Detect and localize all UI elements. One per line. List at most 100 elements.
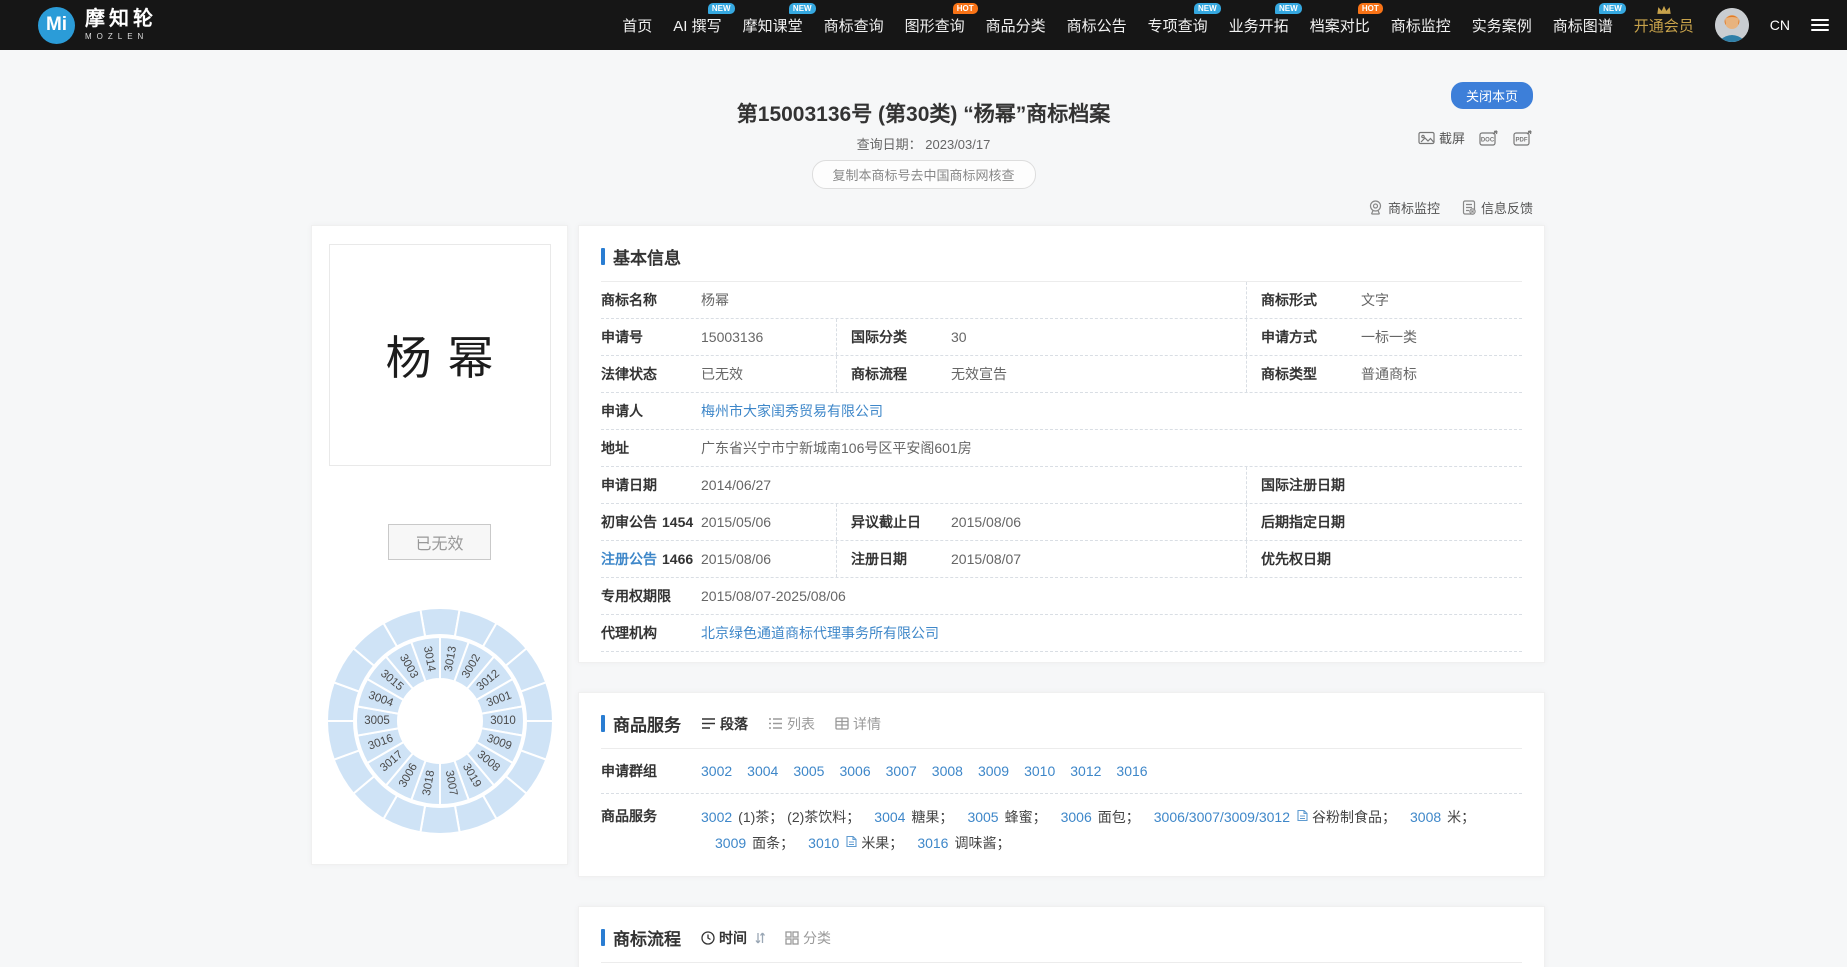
table-row: 申请人梅州市大家闺秀贸易有限公司 xyxy=(601,393,1522,430)
field-value[interactable]: 北京绿色通道商标代理事务所有限公司 xyxy=(701,623,1522,643)
brand-logo[interactable]: Mi 摩知轮 MOZLEN xyxy=(38,7,157,44)
section-accent-bar xyxy=(601,715,605,732)
group-link[interactable]: 3016 xyxy=(917,835,948,851)
nav-item-摩知课堂[interactable]: 摩知课堂NEW xyxy=(743,15,803,36)
class-segment-label: 3010 xyxy=(490,715,516,727)
attachment-icon[interactable] xyxy=(1296,809,1312,822)
basic-info-section: 基本信息 商标名称杨幂商标形式文字申请号15003136国际分类30申请方式一标… xyxy=(578,225,1545,663)
nav-item-首页[interactable]: 首页 xyxy=(622,15,652,36)
field-value[interactable]: 梅州市大家闺秀贸易有限公司 xyxy=(701,401,1522,421)
detail-icon xyxy=(835,717,849,730)
nav-item-开通会员[interactable]: 开通会员 xyxy=(1634,15,1694,36)
group-link[interactable]: 3012 xyxy=(1070,759,1101,783)
screenshot-icon xyxy=(1418,131,1435,145)
group-link[interactable]: 3002 xyxy=(701,809,732,825)
nav-item-实务案例[interactable]: 实务案例 xyxy=(1472,15,1532,36)
flow-timeline: 2014-06-27申请程序 - 申请收文 xyxy=(601,963,1522,967)
class-segment[interactable] xyxy=(420,806,459,834)
goods-toggle-详情[interactable]: 详情 xyxy=(835,714,881,734)
group-link[interactable]: 3016 xyxy=(1116,759,1147,783)
field-value-link[interactable]: 北京绿色通道商标代理事务所有限公司 xyxy=(701,625,939,641)
nav-item-商标公告[interactable]: 商标公告 xyxy=(1067,15,1127,36)
bulletin-number: 1454 xyxy=(662,514,693,530)
user-avatar[interactable] xyxy=(1715,8,1749,42)
table-row: 申请号15003136国际分类30申请方式一标一类 xyxy=(601,319,1522,356)
goods-toggle-段落[interactable]: 段落 xyxy=(701,714,748,734)
export-doc[interactable]: DOC xyxy=(1479,130,1499,146)
group-link[interactable]: 3008 xyxy=(1410,809,1441,825)
field-value: 一标一类 xyxy=(1361,327,1522,347)
nav-item-专项查询[interactable]: 专项查询NEW xyxy=(1148,15,1208,36)
tool-商标监控[interactable]: 商标监控 xyxy=(1368,198,1440,217)
nav-item-业务开拓[interactable]: 业务开拓NEW xyxy=(1229,15,1289,36)
apply-groups-row: 申请群组 30023004300530063007300830093010301… xyxy=(601,749,1522,794)
basic-info-table: 商标名称杨幂商标形式文字申请号15003136国际分类30申请方式一标一类法律状… xyxy=(601,282,1522,652)
export-pdf[interactable]: PDF xyxy=(1513,130,1533,146)
table-row: 初审公告14542015/05/06异议截止日2015/08/06后期指定日期 xyxy=(601,504,1522,541)
nav-item-label: 业务开拓 xyxy=(1229,18,1289,35)
nav-item-label: 商标图谱 xyxy=(1553,18,1613,35)
group-link[interactable]: 3006 xyxy=(1061,809,1092,825)
table-row: 申请日期2014/06/27国际注册日期 xyxy=(601,467,1522,504)
group-link[interactable]: 3009 xyxy=(978,759,1009,783)
attachment-icon[interactable] xyxy=(845,835,861,848)
language-toggle[interactable]: CN xyxy=(1770,17,1790,33)
field-label-link[interactable]: 注册公告 xyxy=(601,551,657,567)
section-accent-bar xyxy=(601,248,605,265)
field-value-link[interactable]: 梅州市大家闺秀贸易有限公司 xyxy=(701,403,883,419)
group-link[interactable]: 3007 xyxy=(886,759,917,783)
group-link[interactable]: 3004 xyxy=(874,809,905,825)
nav-item-商标监控[interactable]: 商标监控 xyxy=(1391,15,1451,36)
flow-toggle-sort[interactable] xyxy=(755,931,765,945)
field-label[interactable]: 注册公告1466 xyxy=(601,549,701,569)
field-value: 2015/08/07 xyxy=(951,551,1246,567)
sort-icon xyxy=(755,931,765,945)
copy-check-button[interactable]: 复制本商标号去中国商标网核查 xyxy=(811,160,1035,189)
group-link[interactable]: 3005 xyxy=(793,759,824,783)
group-link[interactable]: 3010 xyxy=(1024,759,1055,783)
table-row: 商标名称杨幂商标形式文字 xyxy=(601,282,1522,319)
flow-row: 2014-06-27申请程序 - 申请收文 xyxy=(601,963,1522,967)
pdf-icon: PDF xyxy=(1513,130,1533,146)
goods-toggle-列表[interactable]: 列表 xyxy=(768,714,815,734)
nav-badge-new: NEW xyxy=(1599,3,1626,14)
feedback-icon xyxy=(1462,200,1476,215)
nav-item-label: 首页 xyxy=(622,18,652,35)
class-ring-chart[interactable]: 3013300230123001301030093008301930073018… xyxy=(327,608,553,839)
section-title-goods: 商品服务 xyxy=(613,711,681,736)
group-link[interactable]: 3006 xyxy=(839,759,870,783)
nav-item-商标查询[interactable]: 商标查询 xyxy=(824,15,884,36)
field-value: 已无效 xyxy=(701,364,836,384)
flow-toggle-时间[interactable]: 时间 xyxy=(701,928,747,948)
menu-icon[interactable] xyxy=(1811,16,1829,34)
group-link[interactable]: 3002 xyxy=(701,759,732,783)
trademark-text: 杨幂 xyxy=(369,322,509,388)
flow-toggle-分类[interactable]: 分类 xyxy=(785,928,831,948)
tool-信息反馈[interactable]: 信息反馈 xyxy=(1462,198,1533,217)
nav-item-label: 实务案例 xyxy=(1472,18,1532,35)
nav-item-档案对比[interactable]: 档案对比HOT xyxy=(1310,15,1370,36)
group-link[interactable]: 3010 xyxy=(808,835,839,851)
nav-item-图形查询[interactable]: 图形查询HOT xyxy=(905,15,965,36)
export-screenshot[interactable]: 截屏 xyxy=(1418,128,1465,147)
trademark-image[interactable]: 杨幂 xyxy=(329,244,551,466)
flow-view-toggles: 时间 分类 xyxy=(681,928,831,948)
nav-item-商品分类[interactable]: 商品分类 xyxy=(986,15,1046,36)
goods-text: 米； xyxy=(1447,809,1475,825)
group-link[interactable]: 3005 xyxy=(967,809,998,825)
detail-column: 基本信息 商标名称杨幂商标形式文字申请号15003136国际分类30申请方式一标… xyxy=(578,225,1545,967)
brand-name: 摩知轮 xyxy=(85,9,157,29)
nav-item-AI 撰写[interactable]: AI 撰写NEW xyxy=(673,15,721,36)
crown-icon xyxy=(1656,2,1672,19)
goods-section: 商品服务 段落列表详情 申请群组 30023004300530063007300… xyxy=(578,692,1545,877)
class-segment[interactable] xyxy=(420,608,459,636)
nav-item-label: 商品分类 xyxy=(986,18,1046,35)
group-link[interactable]: 3004 xyxy=(747,759,778,783)
group-link[interactable]: 3006/3007/3009/3012 xyxy=(1154,809,1290,825)
nav-item-商标图谱[interactable]: 商标图谱NEW xyxy=(1553,15,1613,36)
nav-badge-new: NEW xyxy=(708,3,735,14)
group-link[interactable]: 3008 xyxy=(932,759,963,783)
group-link[interactable]: 3009 xyxy=(715,835,746,851)
field-label: 国际注册日期 xyxy=(1246,467,1361,503)
clock-icon xyxy=(701,931,715,945)
